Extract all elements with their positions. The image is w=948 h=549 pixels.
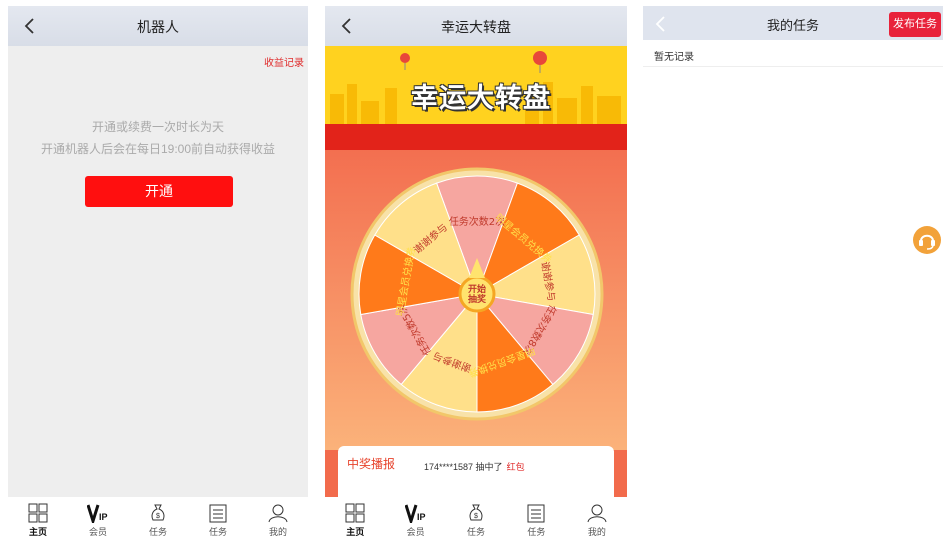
tab-home[interactable]: 主页 [8,497,68,549]
tab-mine[interactable]: 我的 [567,497,627,549]
robot-description: 开通或续费一次时长为天 [91,120,224,134]
prize-title: 中奖播报 [347,457,396,471]
tab-task-list[interactable]: 任务 [188,497,248,549]
prize-user: 174****1587 抽中了 [424,462,503,472]
vip-icon: IP [87,504,108,523]
banner-red-band [325,124,627,150]
money-bag-icon: $ [151,504,165,521]
tab-label: 会员 [406,527,425,537]
tab-label: 任务 [148,527,167,537]
tab-task-money[interactable]: $ 任务 [128,497,188,549]
tab-label: 任务 [467,527,486,537]
open-button[interactable]: 开通 [85,176,233,207]
lucky-wheel-panel: 幸运大转盘 幸运大转盘 任务次数2次 明星会员兑换券 谢谢参与 任务次数8次 明… [325,6,627,549]
banner-title: 幸运大转盘 [411,83,551,113]
tab-task-money[interactable]: $ 任务 [446,497,506,549]
empty-state-text: 暂无记录 [654,52,694,63]
header: 机器人 [8,6,308,46]
tab-vip[interactable]: IP 会员 [68,497,128,549]
vip-icon: IP [404,504,426,523]
income-record-link[interactable]: 收益记录 [264,54,304,69]
page-title: 机器人 [137,19,179,35]
clipboard-icon [527,504,545,523]
user-icon [587,504,607,523]
user-icon [268,504,288,523]
tab-label: 任务 [527,527,546,537]
prize-wheel[interactable]: 任务次数2次 明星会员兑换券 谢谢参与 任务次数8次 明星会员兑换券 谢谢参与 任务次数5次… [325,150,627,450]
svg-text:IP: IP [417,512,426,522]
tab-task-list[interactable]: 任务 [506,497,566,549]
tab-vip[interactable]: IP 会员 [385,497,445,549]
customer-service-button[interactable] [913,226,941,254]
headset-icon [919,234,935,250]
tab-home[interactable]: 主页 [325,497,385,549]
tab-label: 我的 [268,527,287,537]
tab-label: 我的 [587,527,606,537]
tab-label: 主页 [346,527,365,537]
tab-label: 会员 [88,527,107,537]
clipboard-icon [209,504,227,523]
tab-label: 任务 [208,527,227,537]
header: 幸运大转盘 [325,6,627,46]
divider [643,66,943,67]
money-bag-icon: $ [469,504,483,521]
svg-text:$: $ [156,513,160,520]
promo-banner: 幸运大转盘 [325,46,627,150]
prize-entry: 174****1587 抽中了 红包 [424,460,525,473]
prize-item: 红包 [506,462,525,472]
tab-mine[interactable]: 我的 [248,497,308,549]
grid-icon [345,503,365,523]
my-tasks-panel: 我的任务 发布任务 暂无记录 [643,6,943,549]
robot-panel: 机器人 收益记录 开通或续费一次时长为天 开通机器人后会在每日19:00前自动获… [8,6,308,549]
tab-bar: 主页 IP 会员 $ 任务 任务 我的 [325,497,627,549]
grid-icon [28,503,48,523]
wheel-center-button[interactable]: 开始抽奖 [464,284,490,304]
publish-task-button[interactable]: 发布任务 [889,12,941,37]
robot-description-detail: 开通机器人后会在每日19:00前自动获得收益 [40,142,276,156]
page-title: 幸运大转盘 [441,19,511,35]
svg-text:IP: IP [99,512,108,522]
header: 我的任务 发布任务 [643,6,943,40]
tab-label: 主页 [28,527,47,537]
svg-text:$: $ [474,513,478,520]
tab-bar: 主页 IP 会员 $ 任务 任务 我的 [8,497,308,549]
